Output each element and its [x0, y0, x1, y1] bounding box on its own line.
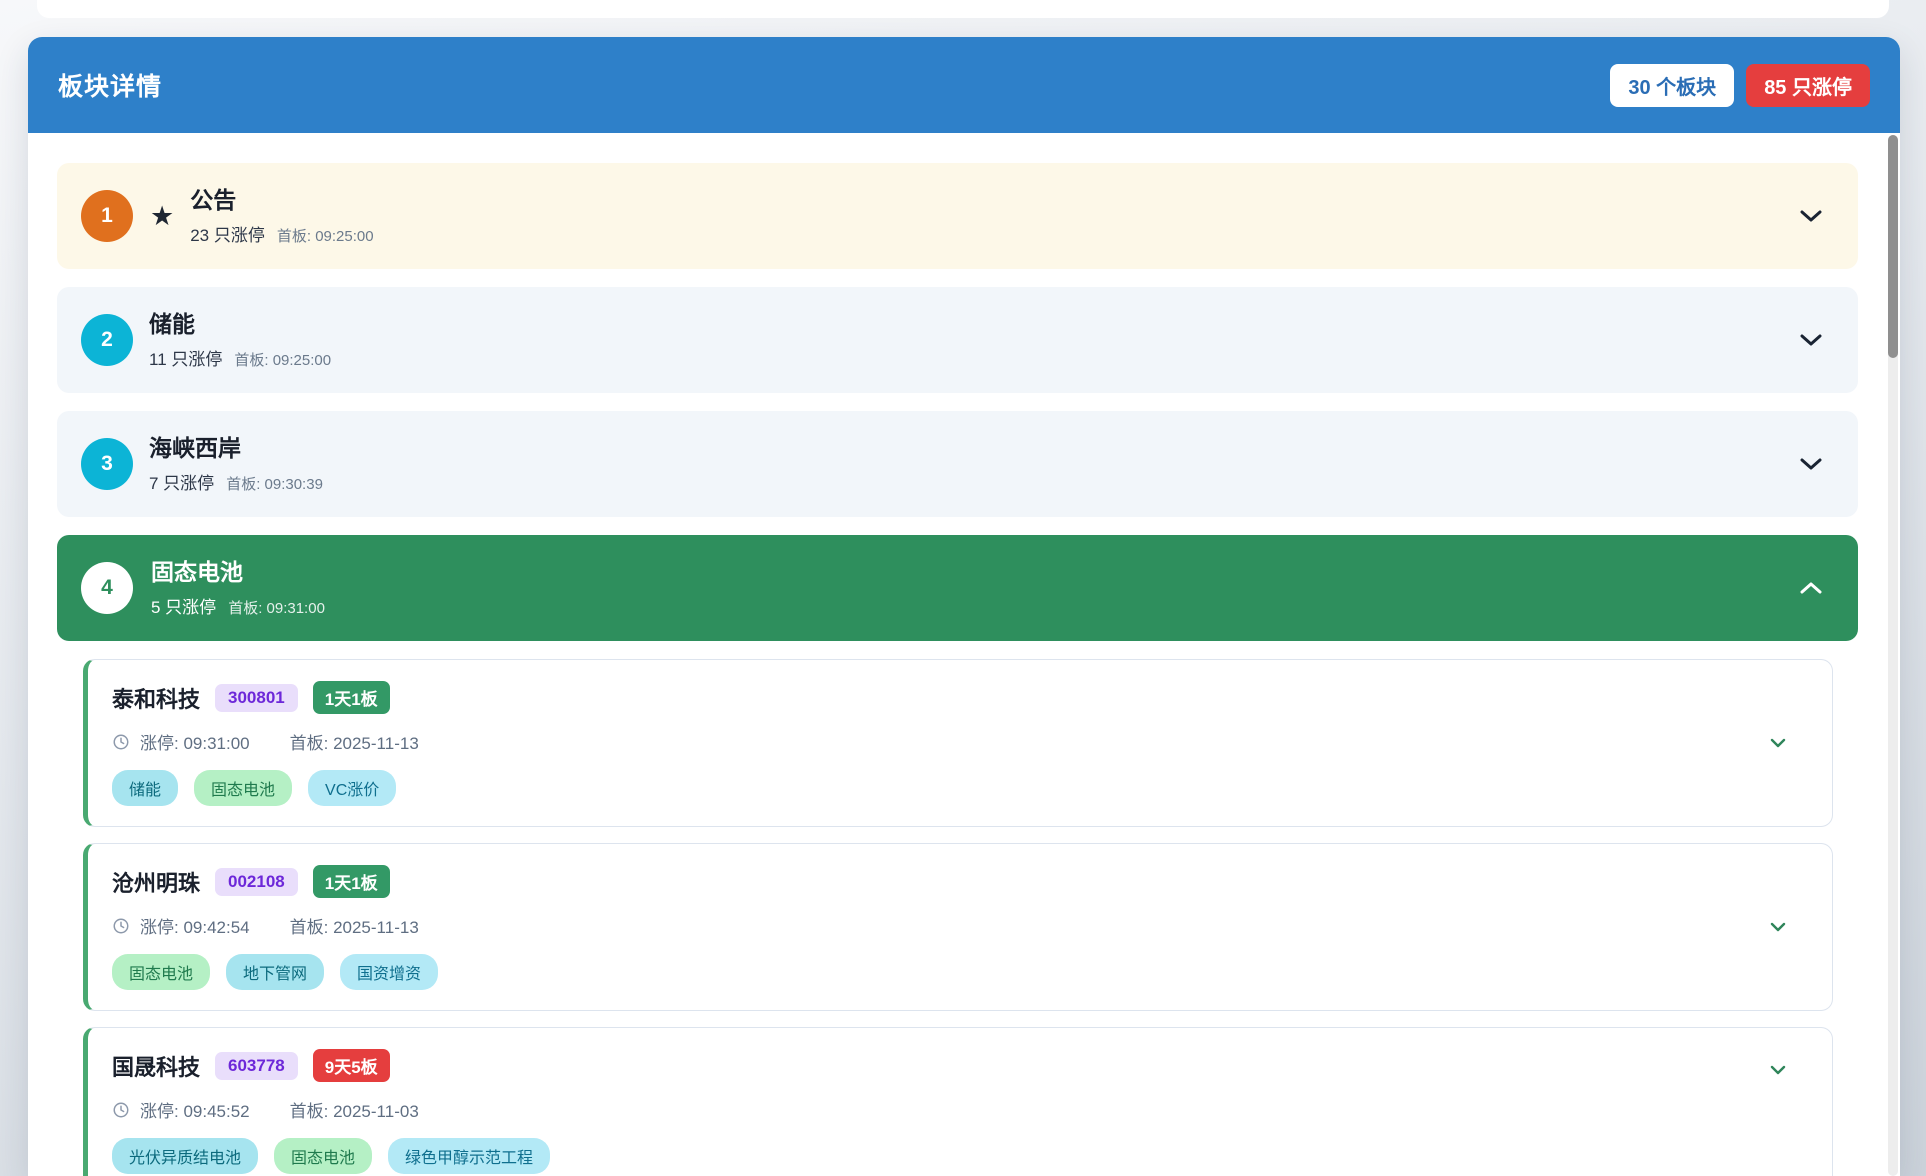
limit-up-count: 23 只涨停: [190, 221, 265, 246]
stock-name: 国晟科技: [112, 1050, 200, 1082]
chevron-up-icon[interactable]: [1800, 581, 1822, 595]
scrollbar-track[interactable]: [1888, 135, 1898, 1176]
chevron-down-icon[interactable]: [1770, 1065, 1786, 1075]
stock-name: 沧州明珠: [112, 866, 200, 898]
streak-badge: 9天5板: [313, 1049, 390, 1082]
stock-card-taihekeji[interactable]: 泰和科技 300801 1天1板 涨停: 09:31:00 首板: 2025-1…: [83, 659, 1833, 827]
concept-tag[interactable]: 固态电池: [112, 954, 210, 990]
rank-badge: 3: [81, 438, 133, 490]
header-badges: 30 个板块 85 只涨停: [1610, 64, 1870, 107]
streak-badge: 1天1板: [313, 681, 390, 714]
chevron-down-icon[interactable]: [1800, 457, 1822, 471]
sector-text: 储能 11 只涨停 首板: 09:25:00: [149, 310, 331, 370]
stock-name: 泰和科技: [112, 682, 200, 714]
star-icon: ★: [150, 203, 174, 230]
sector-row-gutaidianchi-expanded[interactable]: 4 固态电池 5 只涨停 首板: 09:31:00: [57, 535, 1858, 641]
concept-tag[interactable]: VC涨价: [308, 770, 396, 806]
first-board-date: 首板: 2025-11-03: [290, 1097, 419, 1122]
chevron-down-icon[interactable]: [1800, 333, 1822, 347]
stock-code-badge: 603778: [215, 1052, 298, 1080]
clock-icon: [112, 1101, 130, 1119]
chevron-down-icon[interactable]: [1770, 922, 1786, 932]
chevron-down-icon[interactable]: [1770, 738, 1786, 748]
rank-badge: 2: [81, 314, 133, 366]
sector-detail-panel: 板块详情 30 个板块 85 只涨停 1 ★ 公告 23 只涨停 首板: 09:…: [28, 37, 1900, 1176]
top-card-remnant: [37, 0, 1889, 18]
concept-tag[interactable]: 地下管网: [226, 954, 324, 990]
limit-up-count: 7 只涨停: [149, 469, 214, 494]
first-board-time: 首板: 09:31:00: [228, 597, 325, 618]
limit-up-count: 5 只涨停: [151, 593, 216, 618]
limit-up-count: 11 只涨停: [149, 345, 222, 370]
concept-tag[interactable]: 固态电池: [194, 770, 292, 806]
sector-row-gonggao[interactable]: 1 ★ 公告 23 只涨停 首板: 09:25:00: [57, 163, 1858, 269]
scrollbar-thumb[interactable]: [1888, 135, 1898, 358]
sector-name: 固态电池: [151, 558, 325, 587]
first-board-time: 首板: 09:30:39: [226, 473, 323, 494]
chevron-down-icon[interactable]: [1800, 209, 1822, 223]
concept-tag[interactable]: 光伏异质结电池: [112, 1138, 258, 1174]
stock-card-guoshengkeji[interactable]: 国晟科技 603778 9天5板 涨停: 09:45:52 首板: 2025-1…: [83, 1027, 1833, 1176]
sector-list: 1 ★ 公告 23 只涨停 首板: 09:25:00 2 储能 11 只涨停 首…: [28, 133, 1900, 1176]
first-board-time: 首板: 09:25:00: [277, 225, 374, 246]
concept-tag[interactable]: 固态电池: [274, 1138, 372, 1174]
limit-up-time: 涨停: 09:42:54: [140, 913, 250, 938]
first-board-date: 首板: 2025-11-13: [290, 729, 419, 754]
sector-row-chuneng[interactable]: 2 储能 11 只涨停 首板: 09:25:00: [57, 287, 1858, 393]
first-board-date: 首板: 2025-11-13: [290, 913, 419, 938]
streak-badge: 1天1板: [313, 865, 390, 898]
sector-text: 公告 23 只涨停 首板: 09:25:00: [190, 186, 373, 246]
panel-header: 板块详情 30 个板块 85 只涨停: [28, 37, 1900, 133]
rank-badge: 4: [81, 562, 133, 614]
concept-tag[interactable]: 储能: [112, 770, 178, 806]
concept-tag[interactable]: 绿色甲醇示范工程: [388, 1138, 550, 1174]
page-title: 板块详情: [58, 67, 162, 103]
clock-icon: [112, 917, 130, 935]
limit-up-time: 涨停: 09:45:52: [140, 1097, 250, 1122]
sector-name: 海峡西岸: [149, 434, 323, 463]
sector-name: 公告: [190, 186, 373, 215]
concept-tag[interactable]: 国资增资: [340, 954, 438, 990]
rank-badge: 1: [81, 190, 133, 242]
sector-text: 固态电池 5 只涨停 首板: 09:31:00: [151, 558, 325, 618]
stock-code-badge: 300801: [215, 684, 298, 712]
limit-up-count-badge: 85 只涨停: [1746, 64, 1870, 107]
limit-up-time: 涨停: 09:31:00: [140, 729, 250, 754]
stock-code-badge: 002108: [215, 868, 298, 896]
sector-count-badge: 30 个板块: [1610, 64, 1734, 107]
sector-name: 储能: [149, 310, 331, 339]
sector-row-haixiaxian[interactable]: 3 海峡西岸 7 只涨停 首板: 09:30:39: [57, 411, 1858, 517]
sector-text: 海峡西岸 7 只涨停 首板: 09:30:39: [149, 434, 323, 494]
stock-card-cangzhoumingzhu[interactable]: 沧州明珠 002108 1天1板 涨停: 09:42:54 首板: 2025-1…: [83, 843, 1833, 1011]
first-board-time: 首板: 09:25:00: [234, 349, 331, 370]
clock-icon: [112, 733, 130, 751]
